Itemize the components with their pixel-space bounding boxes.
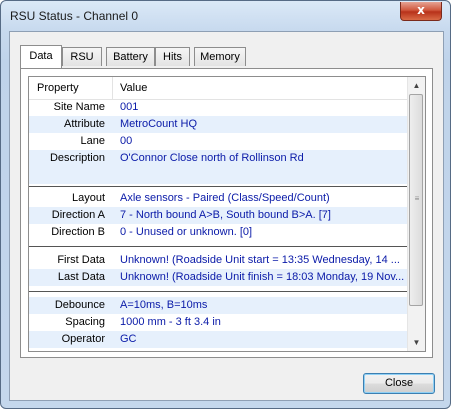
- tab-data[interactable]: Data: [20, 45, 62, 68]
- table-row[interactable]: Spacing 1000 mm - 3 ft 3.4 in: [29, 314, 409, 331]
- table-row[interactable]: Last Data Unknown! (Roadside Unit finish …: [29, 269, 409, 286]
- data-tab-panel: Property Value Site Name 001 Attribute Met…: [20, 68, 433, 358]
- group-divider: [29, 286, 409, 297]
- table-row[interactable]: Layout Axle sensors - Paired (Class/Speed…: [29, 190, 409, 207]
- scroll-down-button[interactable]: ▼: [408, 334, 425, 351]
- table-row[interactable]: Direction A7 - North bound A>B, South bo…: [29, 207, 409, 224]
- table-row[interactable]: First Data Unknown! (Roadside Unit start …: [29, 252, 409, 269]
- column-header-property[interactable]: Property: [37, 82, 79, 94]
- tab-rsu[interactable]: RSU: [62, 47, 102, 66]
- property-grid[interactable]: Property Value Site Name 001 Attribute Met…: [28, 76, 426, 352]
- tab-battery[interactable]: Battery: [106, 47, 155, 66]
- column-header-value[interactable]: Value: [120, 82, 147, 94]
- grip-icon: ≡: [414, 194, 420, 203]
- window-title: RSU Status - Channel 0: [10, 9, 139, 23]
- empty-row: [29, 167, 409, 184]
- vertical-scrollbar[interactable]: ▲ ≡ ▼: [407, 77, 425, 351]
- table-row[interactable]: Attribute MetroCount HQ: [29, 116, 409, 133]
- tab-memory[interactable]: Memory: [194, 47, 246, 66]
- table-row[interactable]: Lane 00: [29, 133, 409, 150]
- rsu-status-window: RSU Status - Channel 0 x Data RSU Batter…: [0, 0, 451, 409]
- table-row[interactable]: Direction B0 - Unused or unknown. [0]: [29, 224, 409, 241]
- close-button[interactable]: Close: [363, 373, 435, 394]
- close-icon: x: [417, 3, 425, 17]
- scroll-up-button[interactable]: ▲: [408, 77, 425, 94]
- scrollbar-thumb[interactable]: ≡: [409, 94, 423, 306]
- grid-rows: Site Name 001 Attribute MetroCount HQ Lane…: [29, 99, 409, 348]
- table-row[interactable]: Description O'Connor Close north of Rolli…: [29, 150, 409, 167]
- dialog-client-area: Data RSU Battery Hits Memory Property Va…: [9, 31, 444, 401]
- table-row[interactable]: Debounce A=10ms, B=10ms: [29, 297, 409, 314]
- group-divider: [29, 241, 409, 252]
- table-row[interactable]: Operator GC: [29, 331, 409, 348]
- column-divider[interactable]: [112, 77, 113, 99]
- arrow-down-icon: ▼: [412, 338, 421, 347]
- tab-hits[interactable]: Hits: [155, 47, 190, 66]
- title-bar[interactable]: RSU Status - Channel 0 x: [1, 1, 450, 29]
- table-row[interactable]: Site Name 001: [29, 99, 409, 116]
- arrow-up-icon: ▲: [412, 81, 421, 90]
- grid-header: Property Value: [29, 77, 409, 100]
- window-close-button[interactable]: x: [400, 2, 442, 21]
